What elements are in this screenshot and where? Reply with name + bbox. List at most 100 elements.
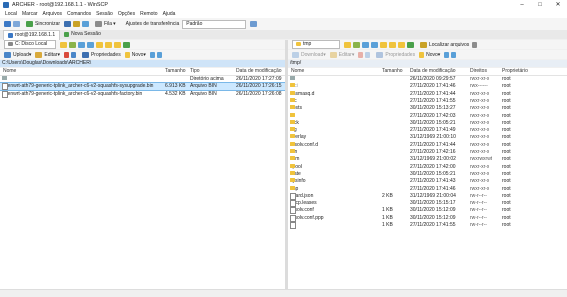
left-properties-button[interactable]: Propriedades	[81, 51, 121, 58]
table-row[interactable]: .uci 27/11/2020 17:41:46 rwx------ root	[288, 83, 567, 90]
col-rights[interactable]: Direitos	[470, 68, 487, 75]
filter-icon[interactable]	[353, 41, 360, 48]
queue-button[interactable]: Fila ▾	[95, 21, 116, 27]
open-folder-icon[interactable]	[60, 41, 67, 48]
unselect-icon[interactable]	[451, 51, 457, 58]
open-folder-icon[interactable]	[344, 41, 351, 48]
minimize-button[interactable]: –	[513, 0, 531, 10]
menu-opcoes[interactable]: Opções	[118, 11, 135, 17]
table-row[interactable]: spool 27/11/2020 17:42:00 rwxr-xr-x root	[288, 163, 567, 171]
table-row[interactable]: openwrt-ath79-generic-tplink_archer-c6-v…	[0, 82, 286, 92]
table-row[interactable]: log 27/11/2020 17:41:49 rwxr-xr-x root	[288, 127, 567, 134]
forward-icon[interactable]	[371, 41, 378, 48]
refresh-remote-icon[interactable]	[407, 41, 414, 48]
file-owner: root	[502, 222, 511, 228]
home-folder-icon[interactable]	[398, 41, 405, 48]
table-row[interactable]: state 30/11/2020 15:05:21 rwxr-xr-x root	[288, 170, 567, 178]
delete-icon[interactable]	[358, 51, 364, 58]
file-owner: root	[502, 200, 511, 207]
col-modified[interactable]: Data de modificação	[410, 68, 456, 75]
table-row[interactable]: overlay 31/12/1969 21:00:10 rwxr-xr-x root	[288, 134, 567, 141]
menu-local[interactable]: Local	[5, 11, 17, 17]
menu-arquivos[interactable]: Arquivos	[43, 11, 62, 17]
back-icon[interactable]	[78, 41, 85, 48]
table-row[interactable]: resolv.conf.ppp 1 KB 30/11/2020 15:12:09 rw…	[288, 214, 567, 222]
table-row[interactable]: dnsmasq.d 27/11/2020 17:41:44 rwxr-xr-x roo…	[288, 90, 567, 98]
parent-folder-icon[interactable]	[380, 41, 387, 48]
root-folder-icon[interactable]	[105, 41, 112, 48]
table-row[interactable]: sysinfo 27/11/2020 17:41:43 rwxr-xr-x root	[288, 178, 567, 185]
close-button[interactable]: ✕	[549, 0, 567, 10]
right-edit-button[interactable]: Editar ▾	[329, 51, 354, 58]
menu-sessao[interactable]: Sessão	[96, 11, 113, 17]
download-button[interactable]: Download ▾	[292, 51, 326, 58]
maximize-button[interactable]: □	[531, 0, 549, 10]
left-new-button[interactable]: Novo ▾	[124, 51, 146, 58]
col-owner[interactable]: Proprietário	[502, 68, 528, 75]
select-icon[interactable]	[444, 51, 450, 58]
table-row[interactable]: dhcp.leases 30/11/2020 15:15:17 rw-r--r-- r…	[288, 200, 567, 208]
right-properties-button[interactable]: Propriedades	[376, 51, 415, 58]
col-name[interactable]: Nome	[3, 68, 16, 75]
file-rights: rwx------	[470, 83, 488, 90]
tab-new-session[interactable]: Nova Sessão	[60, 30, 105, 39]
transfer-profile-select[interactable]: Padrão	[182, 19, 247, 29]
left-path-bar[interactable]: C:\Users\Douglas\Downloads\ARCHER\	[0, 60, 285, 67]
menu-comandos[interactable]: Comandos	[67, 11, 91, 17]
table-row[interactable]: etc 27/11/2020 17:41:55 rwxr-xr-x root	[288, 97, 567, 105]
table-row[interactable]: tmp 27/11/2020 17:41:46 rwxr-xr-x root	[288, 185, 567, 193]
table-row[interactable]: .. Diretório acima 26/11/2020 17:27:09	[0, 76, 285, 83]
terminal-icon[interactable]	[64, 21, 72, 27]
synchronize-button[interactable]: Sincronizar	[26, 21, 60, 27]
left-edit-button[interactable]: Editar ▾	[35, 51, 60, 58]
table-row[interactable]: hosts 30/11/2020 15:13:27 rwxr-xr-x root	[288, 105, 567, 112]
table-row[interactable]: run 27/11/2020 17:42:16 rwxr-xr-x root	[288, 149, 567, 156]
remote-folder-select[interactable]: tmp	[292, 40, 340, 49]
menu-marcar[interactable]: Marcar	[22, 11, 38, 17]
table-row[interactable]: resolv.conf 1 KB 30/11/2020 15:12:09 rw-r--…	[288, 207, 567, 215]
filter-icon[interactable]	[69, 41, 76, 48]
drive-select[interactable]: C: Disco Local	[4, 40, 56, 49]
table-row[interactable]: TZ 1 KB 27/11/2020 17:41:55 rw-r--r-- root	[288, 222, 567, 229]
tab-session[interactable]: root@192.168.1.1	[3, 29, 61, 40]
col-size[interactable]: Tamanho	[165, 68, 186, 75]
transfer-options-icon[interactable]	[250, 21, 258, 27]
select-icon[interactable]	[149, 51, 155, 58]
file-owner: root	[502, 192, 511, 199]
compare-icon[interactable]	[13, 21, 20, 27]
table-row[interactable]: resolv.conf.d 27/11/2020 17:41:44 rwxr-xr-…	[288, 141, 567, 149]
table-row[interactable]: shm 31/12/1969 21:00:02 rwxrwxrwt root	[288, 156, 567, 163]
table-row[interactable]: openwrt-ath79-generic-tplink_archer-c6-v…	[0, 90, 285, 98]
file-icon	[290, 207, 296, 215]
col-type[interactable]: Tipo	[190, 68, 200, 75]
local-layout-icon[interactable]	[4, 21, 11, 27]
back-icon[interactable]	[362, 41, 369, 48]
table-row[interactable]: lock 30/11/2020 15:05:21 rwxr-xr-x root	[288, 119, 567, 127]
more-options-icon[interactable]	[472, 41, 478, 48]
table-row[interactable]: lib 27/11/2020 17:42:03 rwxr-xr-x root	[288, 112, 567, 120]
menu-remoto[interactable]: Remoto	[140, 11, 158, 17]
unselect-icon[interactable]	[156, 51, 162, 58]
parent-folder-icon[interactable]	[96, 41, 103, 48]
find-icon[interactable]	[73, 21, 81, 27]
table-row[interactable]: board.json 2 KB 31/12/1969 21:00:04 rw-r--r…	[288, 192, 567, 200]
delete-icon[interactable]	[63, 51, 69, 58]
table-row[interactable]: .. 26/11/2020 09:29:57 rwxr-xr-x root	[288, 76, 567, 83]
file-modified: 27/11/2020 17:41:46	[410, 83, 456, 90]
col-size[interactable]: Tamanho	[382, 68, 403, 75]
col-modified[interactable]: Data de modificação	[236, 68, 282, 75]
forward-icon[interactable]	[87, 41, 94, 48]
refresh-local-icon[interactable]	[123, 41, 130, 48]
rename-icon[interactable]	[70, 51, 76, 58]
upload-button[interactable]: Upload ▾	[4, 51, 31, 58]
refresh-icon[interactable]	[82, 21, 90, 27]
home-folder-icon[interactable]	[114, 41, 121, 48]
right-path-bar[interactable]: /tmp/	[288, 60, 567, 67]
menu-ajuda[interactable]: Ajuda	[163, 11, 176, 17]
root-folder-icon[interactable]	[389, 41, 396, 48]
rename-icon[interactable]	[365, 51, 371, 58]
find-files-button[interactable]: Localizar arquivos	[420, 41, 469, 48]
col-name[interactable]: Nome	[291, 68, 304, 75]
file-name-cell: hosts	[290, 105, 378, 112]
right-new-button[interactable]: Novo ▾	[419, 51, 440, 58]
